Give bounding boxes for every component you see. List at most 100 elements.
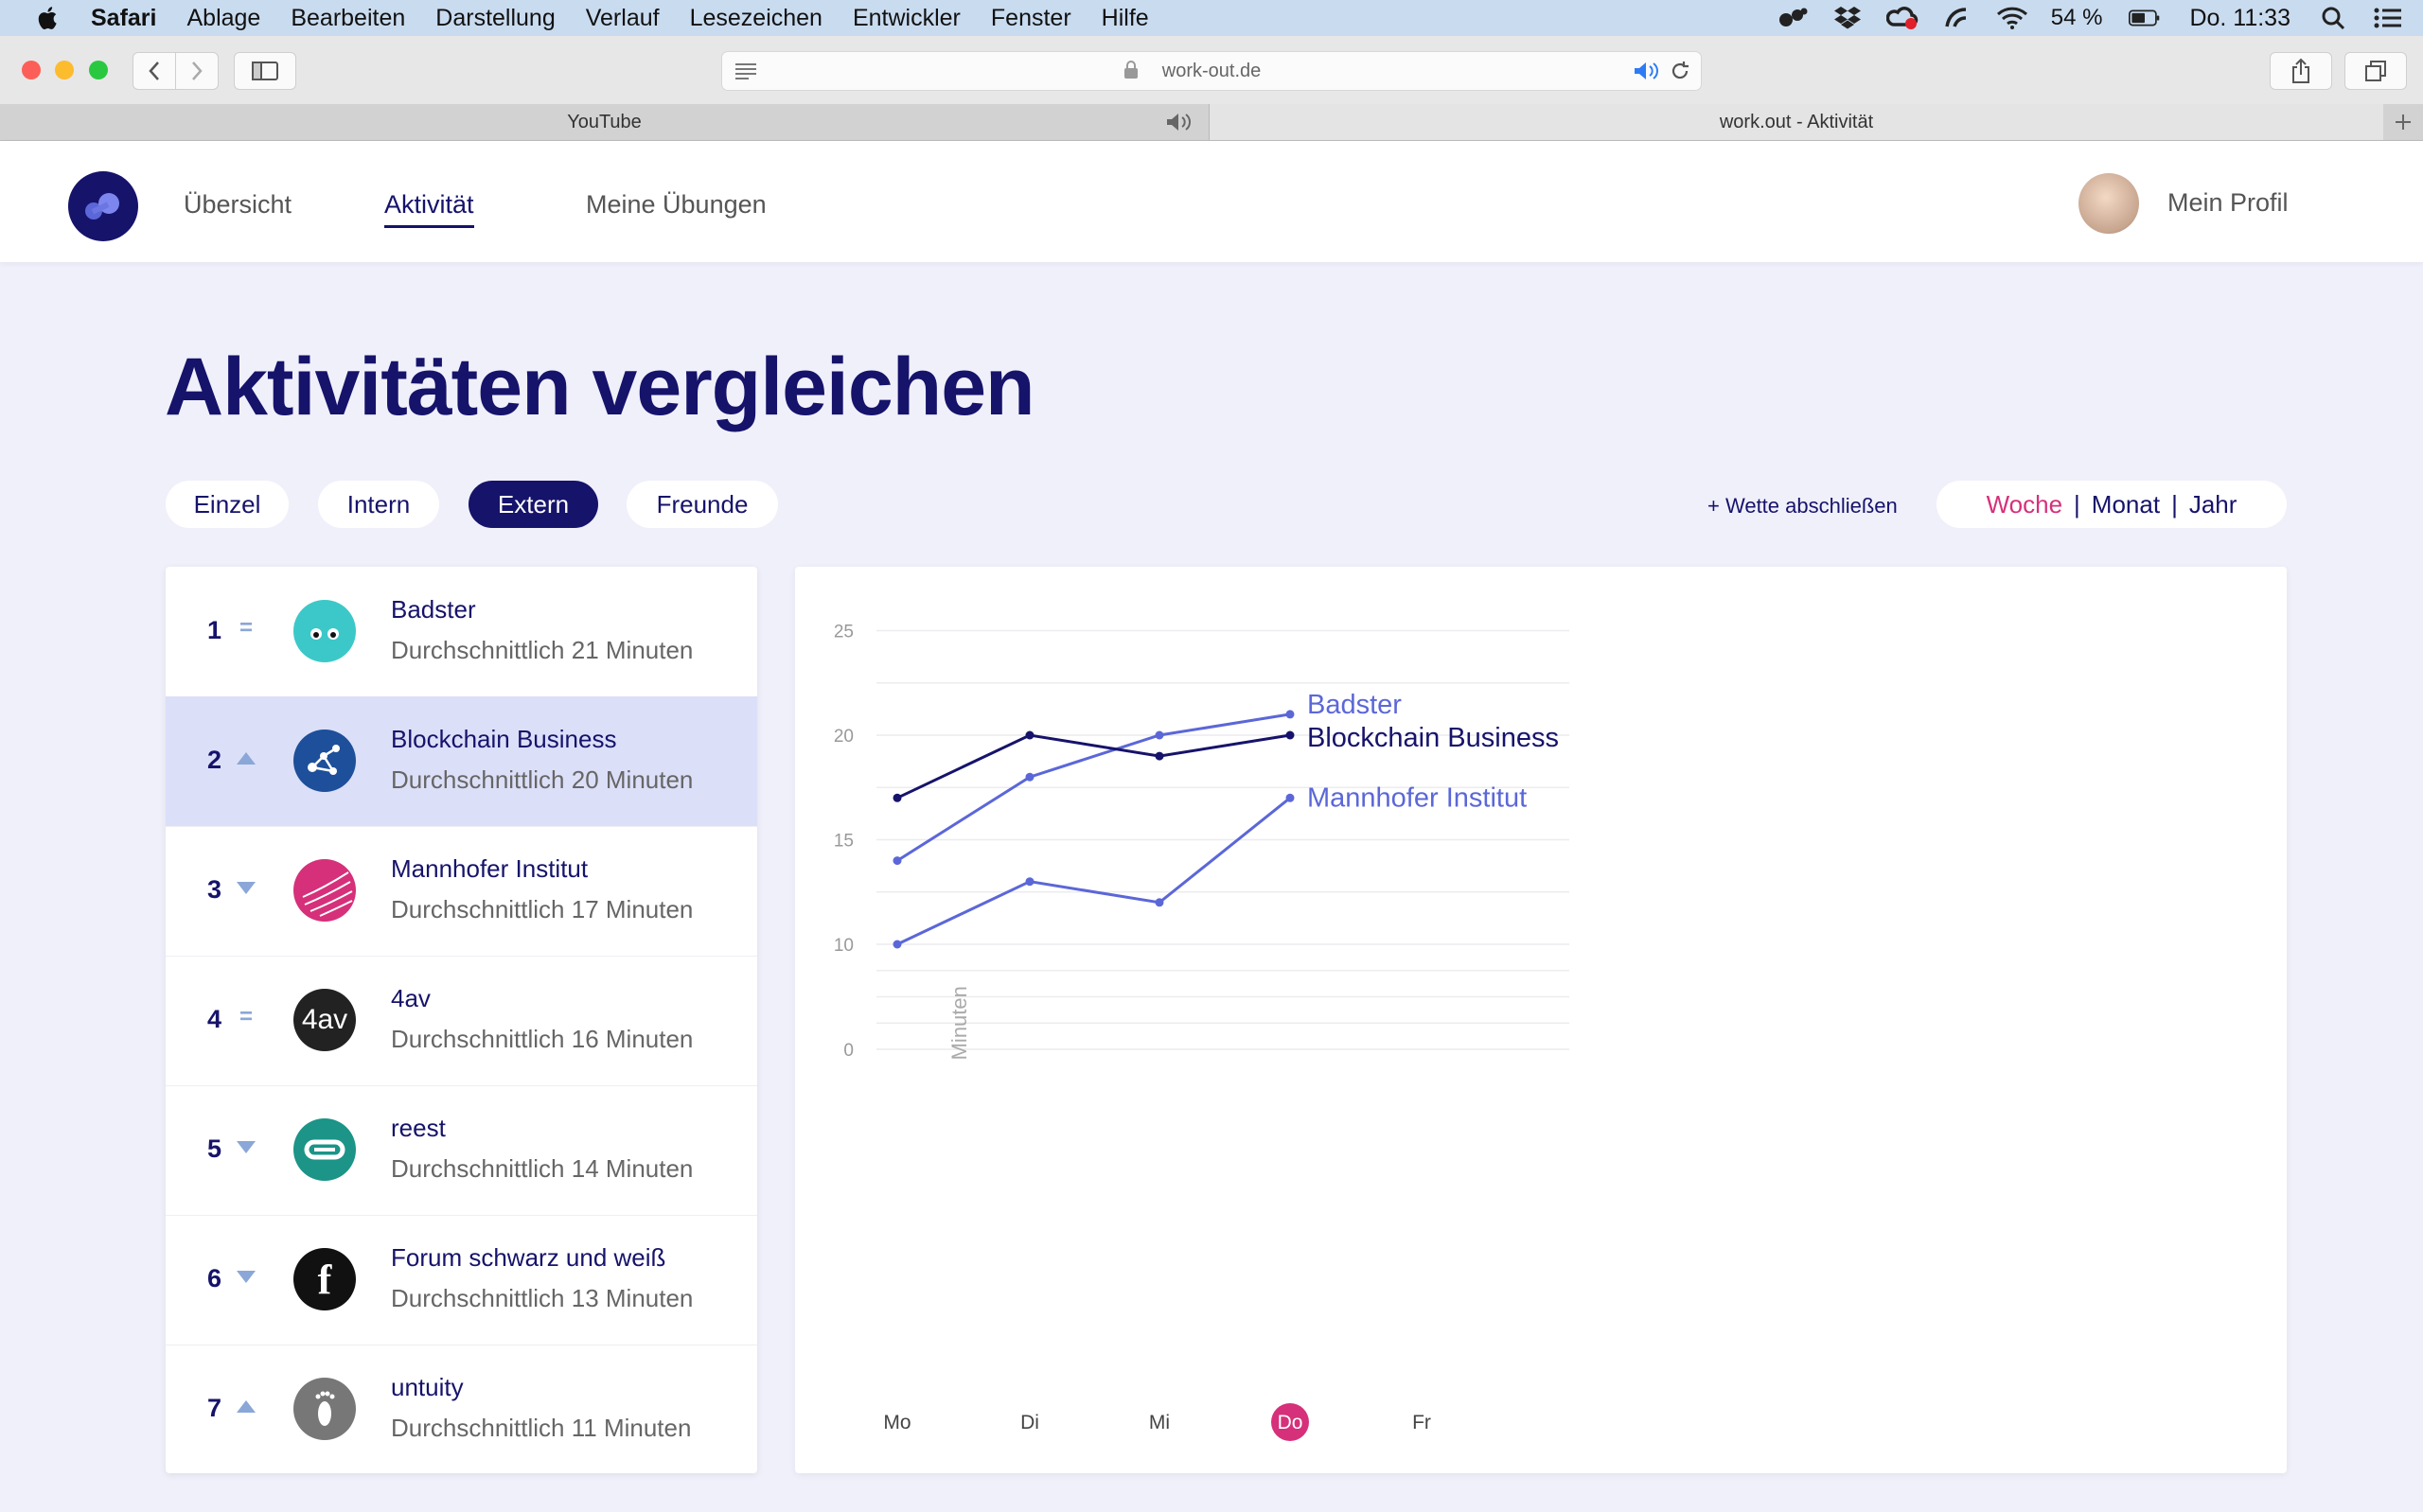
menu-ablage[interactable]: Ablage — [186, 5, 260, 32]
company-name: Badster — [391, 595, 476, 624]
address-bar[interactable]: work-out.de — [721, 51, 1702, 91]
chevron-right-icon — [192, 62, 203, 80]
forward-button[interactable] — [175, 52, 219, 90]
data-point[interactable] — [1025, 877, 1035, 887]
close-window-button[interactable] — [22, 61, 41, 79]
trend-down-icon — [236, 875, 256, 900]
x-tick-label[interactable]: Mo — [883, 1412, 911, 1433]
menu-fenster[interactable]: Fenster — [991, 5, 1071, 32]
sphere-logo-icon — [293, 859, 356, 922]
data-point[interactable] — [1155, 898, 1164, 907]
period-jahr[interactable]: Jahr — [2189, 490, 2237, 519]
tab-overview-button[interactable] — [2344, 52, 2407, 90]
data-point[interactable] — [893, 940, 902, 949]
menu-bearbeiten[interactable]: Bearbeiten — [291, 5, 405, 32]
x-tick-label[interactable]: Mi — [1149, 1412, 1170, 1433]
period-monat[interactable]: Monat — [2092, 490, 2160, 519]
dropbox-icon[interactable] — [1831, 5, 1864, 31]
company-average: Durchschnittlich 16 Minuten — [391, 1025, 694, 1053]
audio-playing-icon[interactable] — [1633, 61, 1661, 81]
company-name: Blockchain Business — [391, 725, 617, 753]
nav-aktivitaet[interactable]: Aktivität — [384, 190, 474, 228]
trend-down-icon — [236, 1134, 256, 1159]
wifi-icon[interactable] — [1996, 5, 2028, 31]
filter-extern[interactable]: Extern — [469, 481, 598, 528]
data-point[interactable] — [1285, 710, 1295, 719]
spotlight-search-icon[interactable] — [2317, 5, 2349, 31]
tabs-icon — [2365, 61, 2386, 81]
data-point[interactable] — [893, 793, 902, 802]
company-average: Durchschnittlich 11 Minuten — [391, 1414, 692, 1442]
company-name: Forum schwarz und weiß — [391, 1243, 666, 1272]
url-text[interactable]: work-out.de — [722, 61, 1701, 82]
y-tick-label: 15 — [834, 832, 854, 852]
menu-lesezeichen[interactable]: Lesezeichen — [690, 5, 822, 32]
period-separator: | — [2074, 489, 2080, 519]
footprint-logo-icon — [293, 1378, 356, 1440]
tab-youtube[interactable]: YouTube — [0, 104, 1209, 140]
ranking-row[interactable]: 7 untuity Durchschnittlich 11 Minuten — [166, 1345, 757, 1473]
notification-center-icon[interactable] — [2372, 5, 2404, 31]
battery-icon[interactable] — [2129, 5, 2161, 31]
ranking-row[interactable]: 1 = Badster Durchschnittlich 21 Minuten — [166, 567, 757, 697]
zoom-window-button[interactable] — [89, 61, 108, 79]
trend-up-icon — [236, 746, 256, 770]
x-tick-label[interactable]: Fr — [1412, 1412, 1431, 1433]
rank-number: 6 — [207, 1264, 222, 1292]
ranking-row[interactable]: 3 Mannhofer Institut Durchschnittlich 17… — [166, 826, 757, 957]
link-status-icon[interactable] — [1777, 5, 1809, 31]
macos-menubar: Safari Ablage Bearbeiten Darstellung Ver… — [0, 0, 2423, 36]
data-point[interactable] — [1285, 730, 1295, 740]
sync-icon[interactable] — [1941, 5, 1973, 31]
x-tick-label[interactable]: Do — [1278, 1412, 1303, 1433]
menu-app-name[interactable]: Safari — [91, 5, 156, 32]
data-point[interactable] — [1025, 772, 1035, 782]
data-point[interactable] — [1155, 730, 1164, 740]
tab-strip: YouTube work.out - Aktivität — [0, 104, 2423, 141]
minimize-window-button[interactable] — [55, 61, 74, 79]
data-point[interactable] — [1285, 793, 1295, 802]
chevron-left-icon — [149, 62, 159, 80]
app-logo[interactable] — [68, 171, 138, 241]
menu-hilfe[interactable]: Hilfe — [1102, 5, 1149, 32]
apple-icon[interactable] — [34, 4, 62, 32]
creative-cloud-icon[interactable] — [1885, 5, 1919, 31]
tab-workout[interactable]: work.out - Aktivität — [1210, 104, 2383, 140]
company-average: Durchschnittlich 14 Minuten — [391, 1154, 694, 1183]
data-point[interactable] — [1155, 751, 1164, 761]
sidebar-toggle-button[interactable] — [234, 52, 296, 90]
ranking-row[interactable]: 4 = 4av 4av Durchschnittlich 16 Minuten — [166, 956, 757, 1086]
filter-intern[interactable]: Intern — [318, 481, 439, 528]
ranking-row[interactable]: 2 Blockchain Business Durchschnittlich 2… — [166, 696, 757, 827]
reload-icon[interactable] — [1669, 60, 1691, 82]
series-line — [896, 797, 1291, 946]
filter-einzel[interactable]: Einzel — [166, 481, 289, 528]
menu-verlauf[interactable]: Verlauf — [586, 5, 660, 32]
nav-meine-uebungen[interactable]: Meine Übungen — [586, 190, 767, 220]
back-button[interactable] — [133, 52, 176, 90]
ranking-row[interactable]: 6 f Forum schwarz und weiß Durchschnittl… — [166, 1215, 757, 1345]
sidebar-icon — [252, 62, 278, 80]
x-tick-label[interactable]: Di — [1020, 1412, 1039, 1433]
chart-card: 0 10 15 20 25 Badster Blockchain Business Mann… — [795, 567, 2287, 1473]
rank-number: 3 — [207, 875, 222, 904]
data-point[interactable] — [1025, 730, 1035, 740]
profile-link[interactable]: Mein Profil — [2167, 188, 2289, 218]
nav-uebersicht[interactable]: Übersicht — [184, 190, 292, 220]
speaker-icon[interactable] — [1165, 112, 1194, 132]
network-logo-icon — [293, 730, 356, 792]
series-line — [896, 733, 1291, 800]
avatar[interactable] — [2078, 173, 2139, 234]
menu-darstellung[interactable]: Darstellung — [435, 5, 555, 32]
data-point[interactable] — [893, 856, 902, 866]
period-woche[interactable]: Woche — [1987, 490, 2062, 519]
menu-entwickler[interactable]: Entwickler — [853, 5, 961, 32]
share-button[interactable] — [2270, 52, 2332, 90]
ranking-list: 1 = Badster Durchschnittlich 21 Minuten … — [166, 567, 757, 1473]
ranking-row[interactable]: 5 reest Durchschnittlich 14 Minuten — [166, 1085, 757, 1216]
filter-freunde[interactable]: Freunde — [627, 481, 778, 528]
new-tab-button[interactable] — [2383, 104, 2423, 140]
y-axis-label: Minuten — [947, 986, 971, 1060]
clock[interactable]: Do. 11:33 — [2189, 5, 2290, 32]
add-bet-link[interactable]: + Wette abschließen — [1707, 494, 1898, 519]
